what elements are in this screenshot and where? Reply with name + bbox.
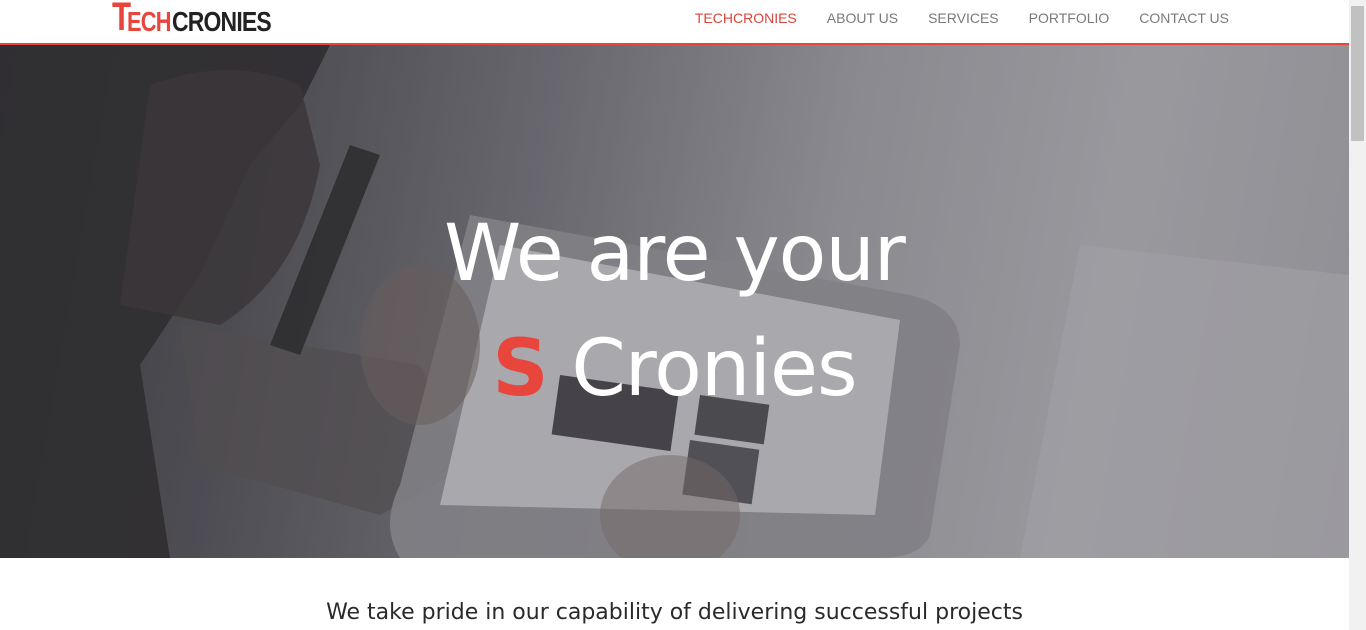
hero-heading-line1: We are your: [444, 209, 906, 299]
hero-heading-line2-rest: Cronies: [547, 324, 857, 414]
hero-heading-line2: S Cronies: [0, 330, 1349, 408]
hero-overlay: [0, 45, 1349, 558]
nav-item-contact-us[interactable]: CONTACT US: [1139, 10, 1229, 26]
nav-item-services[interactable]: SERVICES: [928, 10, 999, 26]
logo-text-ech: ECH: [127, 6, 172, 37]
tagline-text: We take pride in our capability of deliv…: [326, 600, 1023, 625]
site-logo[interactable]: T ECH CRONIES: [112, 0, 292, 37]
site-header: T ECH CRONIES TECHCRONIES ABOUT US SERVI…: [0, 0, 1349, 45]
hero-banner: We are your S Cronies: [0, 45, 1349, 558]
scrollbar-thumb[interactable]: [1351, 6, 1364, 141]
nav-item-techcronies[interactable]: TECHCRONIES: [695, 10, 797, 26]
logo-text-cronies: CRONIES: [171, 6, 272, 37]
hero-accent-letter: S: [492, 324, 548, 414]
nav-item-about-us[interactable]: ABOUT US: [827, 10, 898, 26]
main-nav: TECHCRONIES ABOUT US SERVICES PORTFOLIO …: [665, 0, 1229, 36]
nav-item-portfolio[interactable]: PORTFOLIO: [1029, 10, 1110, 26]
page-scrollbar[interactable]: [1349, 0, 1366, 630]
